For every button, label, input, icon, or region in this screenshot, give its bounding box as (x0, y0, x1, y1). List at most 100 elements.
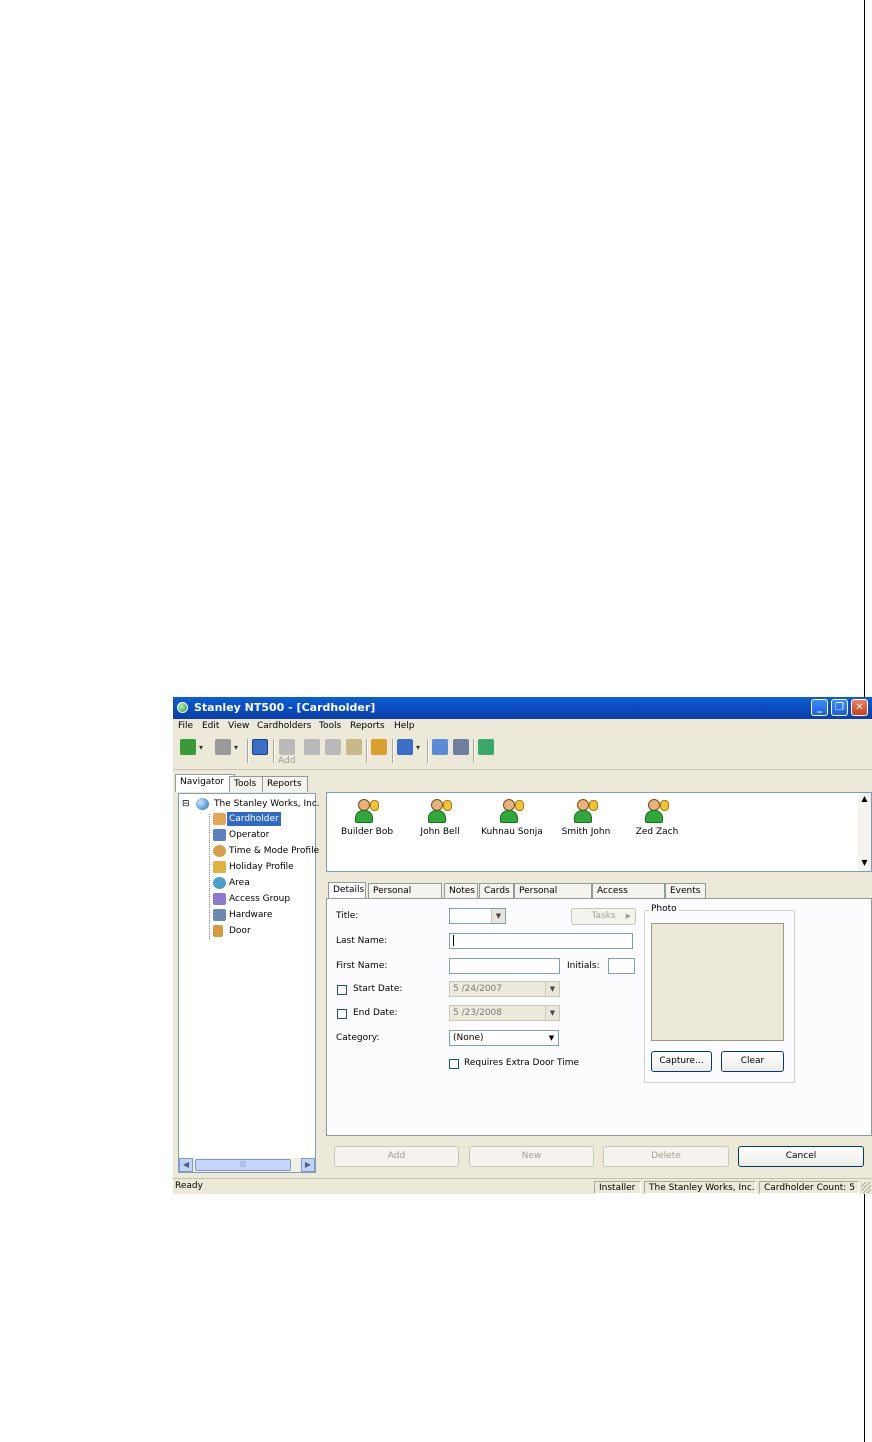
print-icon[interactable] (453, 739, 469, 755)
minimize-button[interactable]: _ (811, 699, 828, 716)
toolbar-separator (366, 739, 368, 763)
globe-icon (196, 798, 209, 810)
tree-view-icon[interactable] (252, 739, 268, 755)
add-cardholder-icon[interactable] (279, 739, 295, 755)
start-date-checkbox[interactable] (337, 985, 347, 995)
dropdown-arrow-icon: ▼ (545, 1031, 558, 1045)
end-date-checkbox[interactable] (337, 1009, 347, 1019)
first-name-input[interactable] (449, 958, 560, 974)
cardholder-name: Zed Zach (635, 827, 679, 837)
tab-details[interactable]: Details (328, 882, 366, 899)
tree-item-label: Operator (229, 830, 270, 840)
cancel-button[interactable]: Cancel (738, 1146, 864, 1167)
end-date-value: 5 /23/2008 (453, 1008, 503, 1018)
scroll-left-icon[interactable]: ◀ (179, 1158, 193, 1172)
maximize-button[interactable]: ❐ (831, 699, 848, 716)
menu-bar: File Edit View Cardholders Tools Reports… (173, 719, 872, 735)
category-value: (None) (453, 1033, 484, 1043)
hardware-icon (213, 909, 226, 921)
category-select[interactable]: (None) ▼ (449, 1030, 559, 1046)
clear-photo-button[interactable]: Clear (721, 1051, 784, 1072)
end-date-picker[interactable]: 5 /23/2008 ▼ (449, 1005, 560, 1021)
last-name-label: Last Name: (336, 936, 388, 946)
cardholder-item[interactable]: John Bell (407, 799, 473, 837)
navigator-tree: ⊟ The Stanley Works, Inc. Cardholder Ope… (178, 793, 320, 1173)
first-name-label: First Name: (336, 961, 388, 971)
chevron-right-icon: ▶ (625, 912, 631, 920)
toolbar: Add (173, 735, 872, 770)
menu-reports[interactable]: Reports (350, 721, 385, 731)
tab-personal-details[interactable]: Personal Details (368, 883, 442, 910)
holiday-icon (213, 861, 226, 873)
scroll-up-icon[interactable]: ▲ (858, 793, 871, 807)
delete-cardholder-icon[interactable] (325, 739, 341, 755)
delete-button[interactable]: Delete (603, 1146, 729, 1167)
tree-root-label: The Stanley Works, Inc. (214, 799, 320, 809)
toolbar-separator (392, 739, 394, 763)
toolbar-separator (427, 739, 429, 763)
cardholder-person-icon (428, 799, 452, 825)
extra-door-time-checkbox[interactable] (449, 1059, 459, 1069)
menu-cardholders[interactable]: Cardholders (257, 721, 311, 731)
find-icon[interactable] (371, 739, 387, 755)
tab-navigator[interactable]: Navigator (175, 774, 235, 792)
view-icon[interactable] (397, 739, 420, 755)
back-icon[interactable] (180, 739, 203, 755)
tree-horizontal-scrollbar[interactable]: ◀ ||| ▶ (179, 1158, 315, 1172)
cardholder-item[interactable]: Zed Zach (624, 799, 690, 837)
menu-view[interactable]: View (228, 721, 249, 731)
cardholder-icon (213, 813, 226, 825)
cardholder-person-icon (355, 799, 379, 825)
scroll-thumb[interactable]: ||| (195, 1159, 291, 1171)
cardholder-list: Builder Bob John Bell Kuhnau Sonja Smith… (326, 792, 872, 872)
tab-access-groups[interactable]: Access Groups (592, 883, 665, 910)
tab-reports[interactable]: Reports (262, 776, 308, 792)
status-text: Ready (175, 1181, 203, 1191)
photo-group-title: Photo (649, 904, 679, 914)
status-bar: Ready Installer The Stanley Works, Inc. … (173, 1178, 872, 1194)
new-button[interactable]: New (469, 1146, 594, 1167)
tree-item-label: Door (229, 926, 251, 936)
start-date-picker[interactable]: 5 /24/2007 ▼ (449, 981, 560, 997)
tab-cards[interactable]: Cards (479, 883, 514, 898)
refresh-icon[interactable] (478, 739, 494, 755)
status-company: The Stanley Works, Inc. (644, 1181, 756, 1194)
menu-file[interactable]: File (178, 721, 193, 731)
resize-grip-icon[interactable] (861, 1182, 871, 1193)
tab-personal-access[interactable]: Personal Access (514, 883, 592, 910)
tasks-button[interactable]: Tasks ▶ (571, 908, 636, 925)
menu-help[interactable]: Help (394, 721, 415, 731)
tab-events[interactable]: Events (665, 883, 706, 898)
capture-button[interactable]: Capture... (651, 1051, 712, 1072)
tree-item-label: Cardholder (227, 812, 281, 826)
cardholder-list-scrollbar[interactable]: ▲ ▼ (858, 793, 871, 871)
cardholder-name: Kuhnau Sonja (481, 827, 543, 837)
title-label: Title: (336, 911, 359, 921)
copy-cardholder-icon[interactable] (346, 739, 362, 755)
menu-tools[interactable]: Tools (319, 721, 341, 731)
forward-icon[interactable] (215, 739, 238, 755)
start-date-value: 5 /24/2007 (453, 984, 503, 994)
expand-icon[interactable]: ⊟ (182, 797, 190, 811)
extra-door-time-label: Requires Extra Door Time (464, 1058, 580, 1068)
tab-notes[interactable]: Notes (444, 883, 478, 898)
add-button[interactable]: Add (334, 1146, 459, 1167)
notes-icon[interactable] (432, 739, 448, 755)
cardholder-item[interactable]: Smith John (553, 799, 619, 837)
cardholder-item[interactable]: Builder Bob (334, 799, 400, 837)
edit-cardholder-icon[interactable] (304, 739, 320, 755)
initials-input[interactable] (608, 958, 635, 974)
window-title: Stanley NT500 - [Cardholder] (194, 701, 376, 714)
menu-edit[interactable]: Edit (202, 721, 219, 731)
scroll-down-icon[interactable]: ▼ (858, 857, 871, 871)
scroll-right-icon[interactable]: ▶ (301, 1158, 315, 1172)
title-select[interactable]: ▼ (449, 908, 506, 924)
tree-item-label: Hardware (229, 910, 273, 920)
dropdown-arrow-icon: ▼ (545, 1006, 559, 1020)
title-bar[interactable]: Stanley NT500 - [Cardholder] _ ❐ ✕ (173, 697, 872, 719)
close-button[interactable]: ✕ (851, 699, 868, 716)
cardholder-item[interactable]: Kuhnau Sonja (479, 799, 545, 837)
tab-tools[interactable]: Tools (229, 776, 263, 792)
door-icon (213, 925, 223, 937)
last-name-input[interactable] (449, 933, 633, 949)
